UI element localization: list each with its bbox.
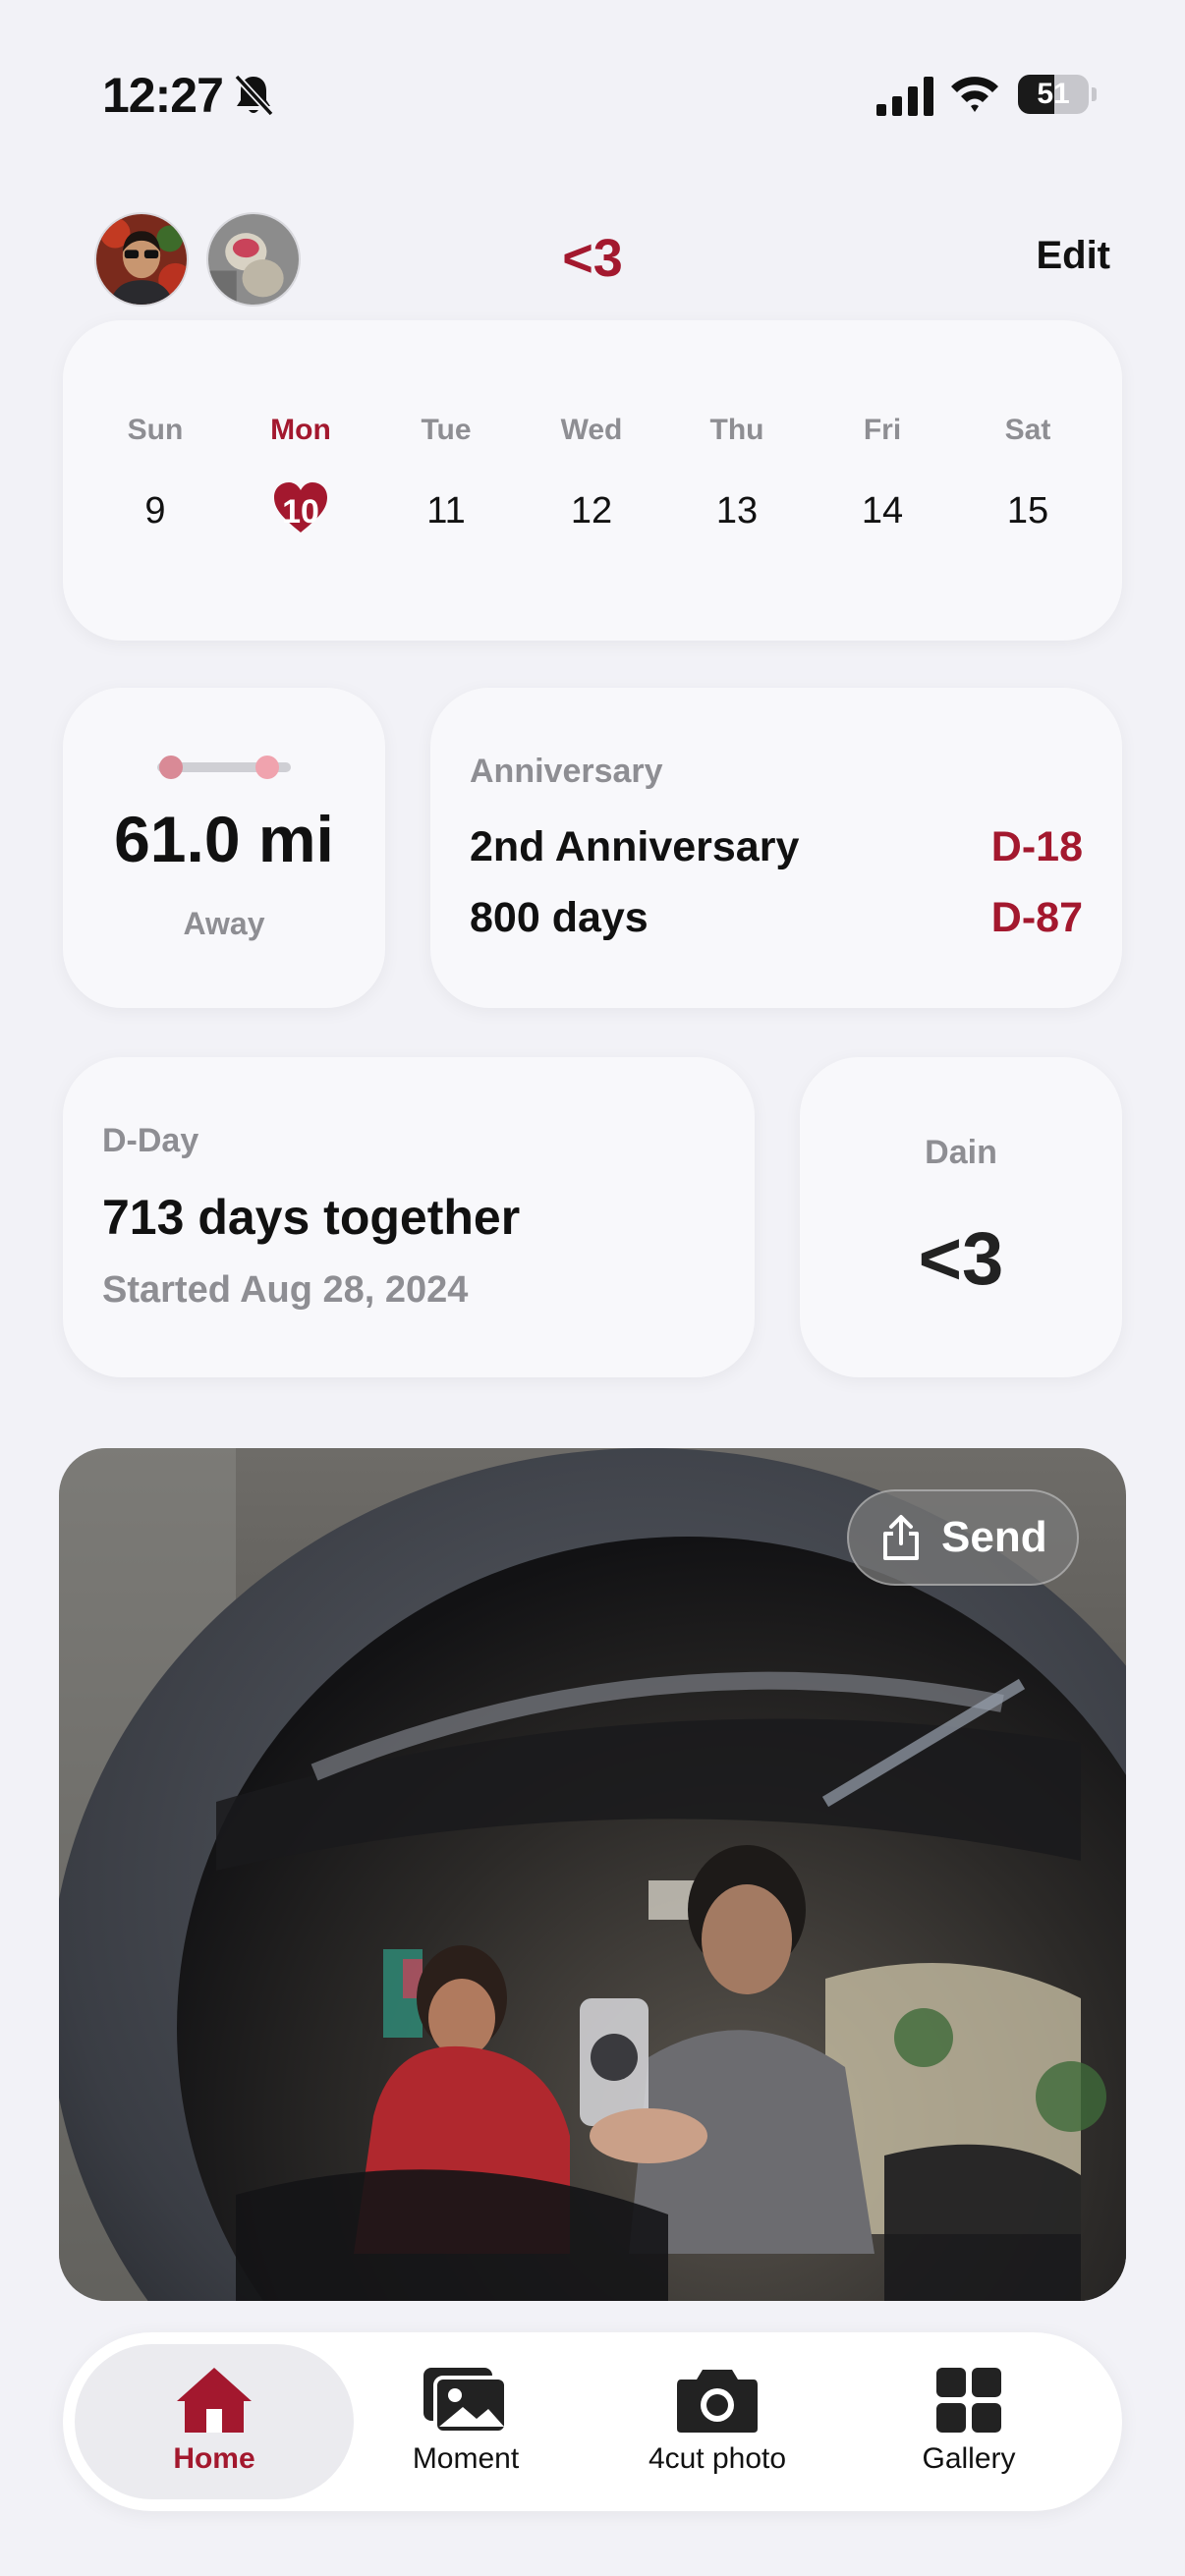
partner-card[interactable]: Dain <3 xyxy=(800,1057,1122,1377)
tab-label: Gallery xyxy=(922,2442,1016,2475)
tab-label: Home xyxy=(173,2442,255,2475)
day-name: Wed xyxy=(560,414,623,446)
bell-slash-icon xyxy=(234,74,274,117)
share-icon xyxy=(883,1515,919,1560)
tab-gallery[interactable]: Gallery xyxy=(851,2366,1087,2476)
day-name: Thu xyxy=(709,414,764,446)
page-title: <3 xyxy=(562,229,623,288)
grid-icon xyxy=(936,2368,1001,2433)
anniversary-heading: Anniversary xyxy=(470,753,663,790)
day-number: 13 xyxy=(715,490,759,532)
tab-label: Moment xyxy=(412,2442,520,2475)
anniversary-countdown: D-18 xyxy=(990,823,1083,870)
anniversary-card[interactable]: Anniversary 2nd Anniversary D-18 800 day… xyxy=(430,688,1122,1008)
day-name: Mon xyxy=(270,414,331,446)
wifi-icon xyxy=(951,77,998,112)
day-number: 10 xyxy=(282,493,319,531)
home-icon xyxy=(177,2368,252,2433)
day-name: Tue xyxy=(421,414,472,446)
day-number: 12 xyxy=(570,490,613,532)
tab-moment[interactable]: Moment xyxy=(348,2366,584,2476)
distance-label: Away xyxy=(183,906,265,941)
day-number: 15 xyxy=(1006,490,1049,532)
tab-bar: Home Moment 4cut photo Gallery xyxy=(63,2332,1122,2511)
day-number: 11 xyxy=(426,490,466,532)
day-name: Sat xyxy=(1004,414,1051,446)
calendar-day[interactable]: Sun 9 xyxy=(96,411,214,536)
day-number: 9 xyxy=(144,490,166,532)
calendar-day[interactable]: Wed 12 xyxy=(533,411,650,536)
location-dot-partner xyxy=(255,756,279,779)
anniversary-name: 2nd Anniversary xyxy=(470,823,800,870)
dday-card[interactable]: D-Day 713 days together Started Aug 28, … xyxy=(63,1057,755,1377)
status-time: 12:27 xyxy=(102,68,224,123)
distance-value: 61.0 mi xyxy=(114,803,334,875)
dday-start-date: Started Aug 28, 2024 xyxy=(102,1269,469,1311)
day-number: 14 xyxy=(861,490,904,532)
anniversary-name: 800 days xyxy=(470,894,649,941)
day-name: Fri xyxy=(863,414,902,446)
calendar-day[interactable]: Sat 15 xyxy=(969,411,1087,536)
distance-card[interactable]: 61.0 mi Away xyxy=(63,688,385,1008)
anniversary-item: 800 days D-87 xyxy=(470,894,1083,942)
avatar-user[interactable] xyxy=(94,212,189,307)
photos-icon xyxy=(423,2368,508,2435)
send-button[interactable]: Send xyxy=(847,1489,1079,1586)
dday-heading: D-Day xyxy=(102,1122,199,1159)
calendar-day[interactable]: Fri 14 xyxy=(823,411,941,536)
send-label: Send xyxy=(941,1513,1047,1561)
calendar-day-selected[interactable]: Mon 10 xyxy=(242,411,360,536)
signal-icon xyxy=(876,77,933,116)
week-calendar: Sun 9 Mon 10 Tue 11 Wed 12 Thu 13 Fri 14… xyxy=(63,320,1122,641)
tab-label: 4cut photo xyxy=(648,2442,787,2475)
location-dot-user xyxy=(159,756,183,779)
anniversary-countdown: D-87 xyxy=(990,894,1083,941)
tab-4cut-photo[interactable]: 4cut photo xyxy=(599,2366,835,2476)
battery-percent: 51 xyxy=(1037,78,1070,110)
tab-home[interactable]: Home xyxy=(96,2366,332,2476)
day-name: Sun xyxy=(127,414,184,446)
camera-icon xyxy=(677,2370,758,2433)
calendar-day[interactable]: Thu 13 xyxy=(678,411,796,536)
battery-indicator: 51 xyxy=(1018,75,1097,114)
edit-button[interactable]: Edit xyxy=(983,234,1110,278)
partner-name: Dain xyxy=(925,1134,997,1171)
avatar-partner[interactable] xyxy=(206,212,301,307)
anniversary-item: 2nd Anniversary D-18 xyxy=(470,823,1083,871)
calendar-day[interactable]: Tue 11 xyxy=(387,411,505,536)
dday-count: 713 days together xyxy=(102,1190,521,1245)
partner-status: <3 xyxy=(918,1217,1004,1301)
